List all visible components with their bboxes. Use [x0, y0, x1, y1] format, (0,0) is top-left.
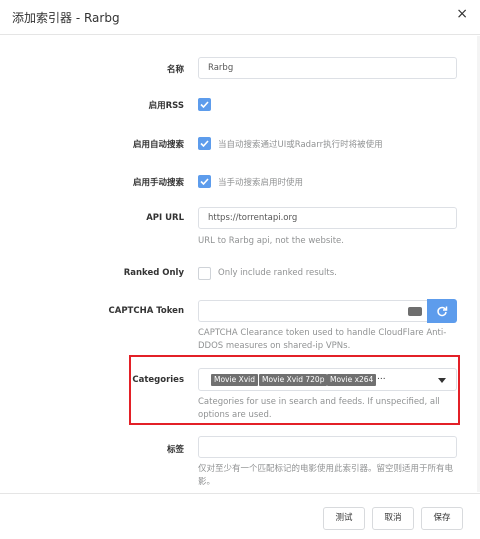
enable-rss-label: 启用RSS	[148, 101, 184, 111]
name-label: 名称	[166, 65, 184, 75]
ranked-only-help: Only include ranked results.	[218, 268, 337, 278]
enable-auto-search-help: 当自动搜索通过UI或Radarr执行时将被使用	[218, 140, 383, 150]
category-tag: Movie Xvid	[211, 374, 259, 386]
checkmark-icon	[200, 140, 209, 148]
category-overflow: ...	[377, 372, 386, 382]
enable-interactive-search-checkbox[interactable]	[198, 175, 211, 188]
enable-rss-checkbox[interactable]	[198, 98, 211, 111]
captcha-token-label: CAPTCHA Token	[108, 306, 184, 316]
add-indexer-dialog: 添加索引器 - Rarbg × 名称 Rarbg 启用RSS 启用自动搜索 当自…	[0, 0, 480, 539]
category-tag: Movie x264	[327, 374, 377, 386]
captcha-token-help: CAPTCHA Clearance token used to handle C…	[198, 328, 447, 351]
close-icon[interactable]: ×	[456, 7, 468, 21]
enable-auto-search-checkbox[interactable]	[198, 137, 211, 150]
dialog-header: 添加索引器 - Rarbg ×	[0, 0, 480, 35]
tags-input[interactable]	[198, 436, 457, 458]
api-url-help: URL to Rarbg api, not the website.	[198, 236, 344, 246]
api-url-label: API URL	[146, 213, 184, 223]
ranked-only-checkbox[interactable]	[198, 267, 211, 280]
enable-auto-search-label: 启用自动搜索	[132, 140, 184, 150]
checkmark-icon	[200, 178, 209, 186]
caret-down-icon	[438, 378, 446, 383]
captcha-token-input[interactable]	[198, 300, 428, 322]
ranked-only-label: Ranked Only	[123, 268, 184, 278]
refresh-icon	[437, 306, 448, 317]
dialog-title: 添加索引器 - Rarbg	[12, 11, 120, 25]
tags-label: 标签	[166, 445, 184, 455]
api-url-input[interactable]: https://torrentapi.org	[198, 207, 457, 229]
captcha-refresh-button[interactable]	[427, 299, 457, 323]
categories-select[interactable]: Movie Xvid Movie Xvid 720p Movie x264 ..…	[198, 368, 457, 391]
categories-help: Categories for use in search and feeds. …	[198, 397, 440, 420]
enable-interactive-search-help: 当手动搜索启用时使用	[218, 178, 304, 188]
categories-label: Categories	[132, 375, 184, 385]
cancel-button[interactable]: 取消	[372, 507, 414, 530]
category-tag: Movie Xvid 720p	[259, 374, 328, 386]
checkmark-icon	[200, 101, 209, 109]
tags-help: 仅对至少有一个匹配标记的电影使用此索引器。留空则适用于所有电影。	[198, 464, 454, 487]
keyboard-icon[interactable]	[408, 307, 422, 316]
enable-interactive-search-label: 启用手动搜索	[132, 178, 184, 188]
dialog-footer: 测试 取消 保存	[0, 493, 480, 539]
name-input[interactable]: Rarbg	[198, 57, 457, 79]
test-button[interactable]: 测试	[323, 507, 365, 530]
save-button[interactable]: 保存	[421, 507, 463, 530]
